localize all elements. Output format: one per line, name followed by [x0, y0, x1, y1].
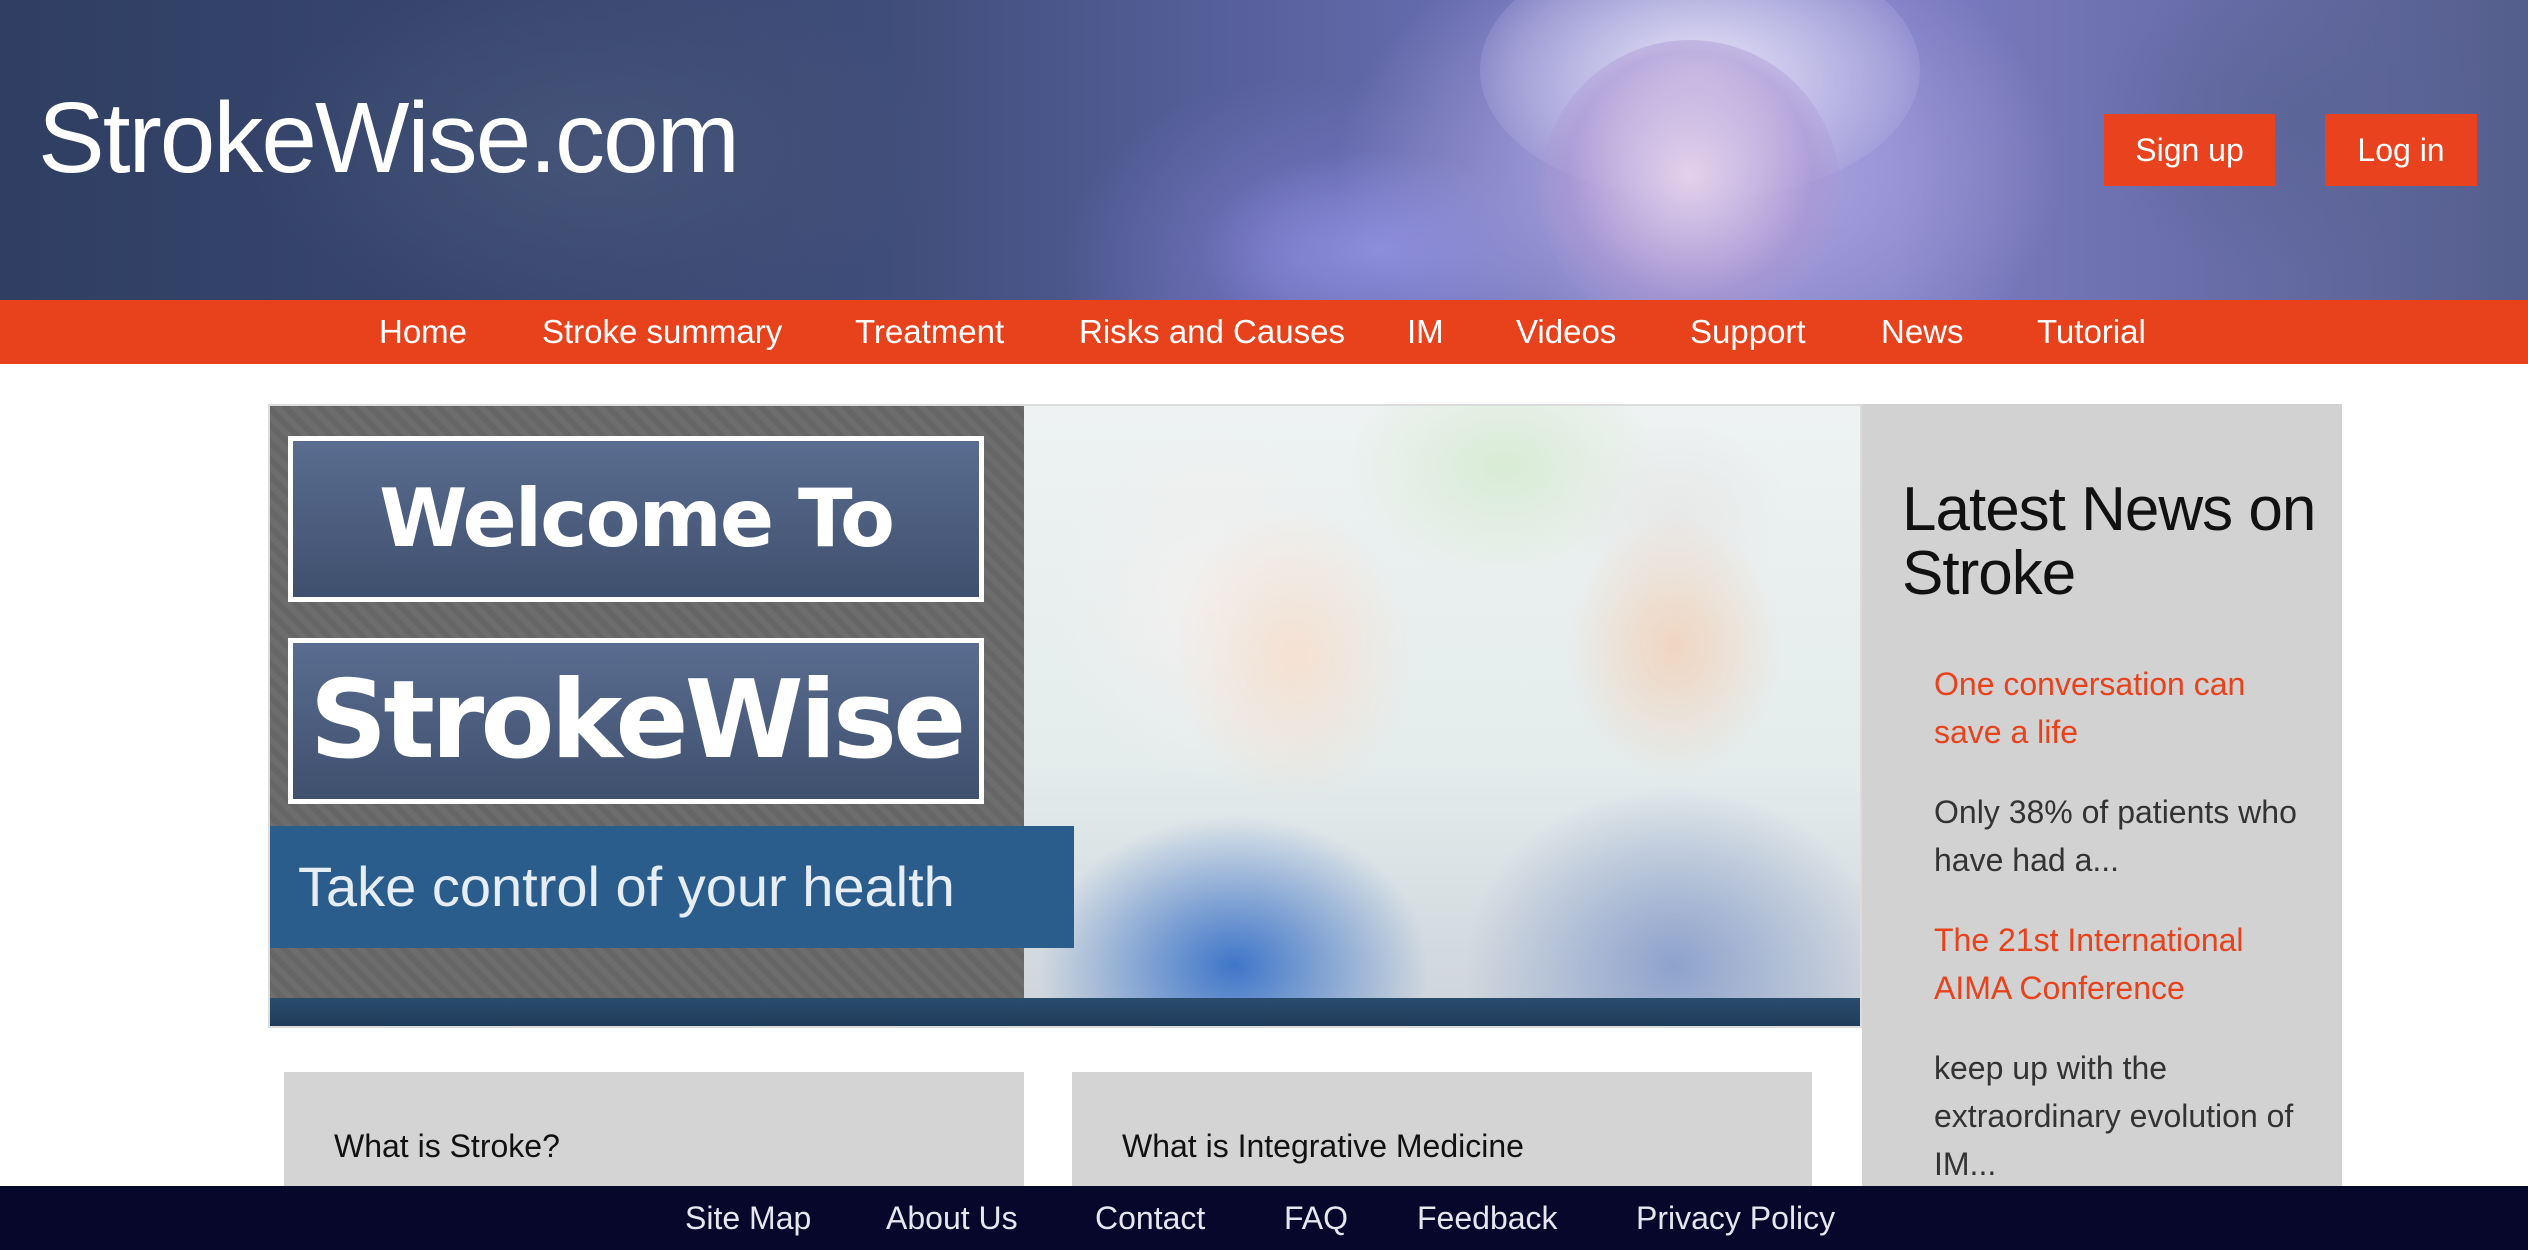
latest-news-sidebar: Latest News on Stroke One conversation c… — [1862, 404, 2342, 1250]
footer-link-faq[interactable]: FAQ — [1284, 1186, 1348, 1250]
nav-item-home[interactable]: Home — [379, 300, 467, 364]
nav-item-im[interactable]: IM — [1407, 300, 1444, 364]
nav-item-videos[interactable]: Videos — [1516, 300, 1616, 364]
news-snippet: keep up with the extraordinary evolution… — [1934, 1050, 2294, 1182]
nav-item-treatment[interactable]: Treatment — [855, 300, 1004, 364]
news-snippet: Only 38% of patients who have had a... — [1934, 794, 2297, 878]
footer-link-privacy-policy[interactable]: Privacy Policy — [1636, 1186, 1835, 1250]
hero-couple-photo — [1024, 406, 1860, 998]
nav-item-stroke-summary[interactable]: Stroke summary — [542, 300, 782, 364]
sign-up-button[interactable]: Sign up — [2104, 114, 2275, 186]
footer-link-contact[interactable]: Contact — [1095, 1186, 1205, 1250]
footer-link-about-us[interactable]: About Us — [886, 1186, 1018, 1250]
footer-link-site-map[interactable]: Site Map — [685, 1186, 811, 1250]
card-title: What is Stroke? — [334, 1128, 560, 1164]
site-footer: Site Map About Us Contact FAQ Feedback P… — [0, 1186, 2528, 1250]
hero-tagline: Take control of your health — [270, 826, 1074, 948]
log-in-button[interactable]: Log in — [2325, 114, 2477, 186]
card-title: What is Integrative Medicine — [1122, 1128, 1524, 1164]
hero-welcome-text: Welcome To — [288, 436, 984, 602]
news-link-conversation[interactable]: One conversation can save a life — [1934, 660, 2314, 756]
header-photo-shoulder — [1200, 150, 1560, 300]
hero-bottom-bar — [270, 998, 1860, 1026]
hero-banner: Welcome To StrokeWise Take control of yo… — [268, 404, 1862, 1028]
nav-item-support[interactable]: Support — [1690, 300, 1806, 364]
site-header: StrokeWise.com Sign up Log in — [0, 0, 2528, 300]
hero-brand-text: StrokeWise — [288, 638, 984, 804]
nav-item-news[interactable]: News — [1881, 300, 1964, 364]
sidebar-heading: Latest News on Stroke — [1902, 475, 2316, 608]
footer-link-feedback[interactable]: Feedback — [1417, 1186, 1558, 1250]
site-title[interactable]: StrokeWise.com — [38, 88, 740, 188]
nav-item-tutorial[interactable]: Tutorial — [2037, 300, 2146, 364]
main-nav: Home Stroke summary Treatment Risks and … — [0, 300, 2528, 364]
nav-item-risks-and-causes[interactable]: Risks and Causes — [1079, 300, 1345, 364]
news-link-aima-conference[interactable]: The 21st International AIMA Conference — [1934, 916, 2314, 1012]
